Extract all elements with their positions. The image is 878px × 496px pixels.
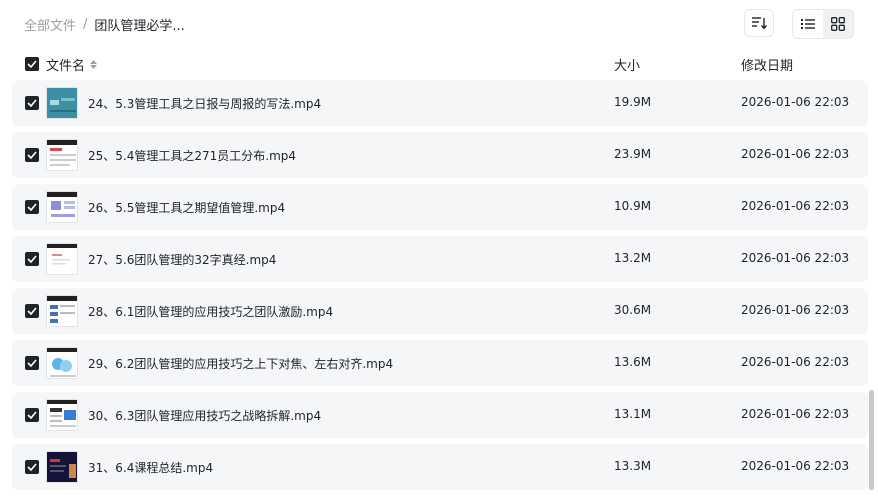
check-icon <box>27 99 37 107</box>
table-row[interactable]: 27、5.6团队管理的32字真经.mp4 13.2M 2026-01-06 22… <box>12 236 868 282</box>
check-icon <box>27 359 37 367</box>
list-view-icon <box>801 19 815 29</box>
sort-button[interactable] <box>744 9 774 37</box>
video-thumbnail <box>46 295 78 327</box>
check-icon <box>27 151 37 159</box>
table-row[interactable]: 26、5.5管理工具之期望值管理.mp4 10.9M 2026-01-06 22… <box>12 184 868 230</box>
check-icon <box>27 203 37 211</box>
breadcrumb-separator: / <box>83 17 88 32</box>
check-icon <box>27 463 37 471</box>
file-modified: 2026-01-06 22:03 <box>741 199 850 213</box>
file-size: 23.9M <box>614 147 652 161</box>
breadcrumb: 全部文件 / 团队管理必学... <box>24 15 185 34</box>
top-bar: 全部文件 / 团队管理必学... <box>0 0 878 48</box>
check-icon <box>27 307 37 315</box>
row-checkbox[interactable] <box>25 148 39 162</box>
view-toggle <box>792 9 854 39</box>
video-thumbnail <box>46 347 78 379</box>
video-thumbnail <box>46 191 78 223</box>
grid-view-button[interactable] <box>823 10 853 38</box>
list-view-button[interactable] <box>793 10 823 38</box>
file-size: 10.9M <box>614 199 652 213</box>
row-checkbox[interactable] <box>25 96 39 110</box>
file-name[interactable]: 30、6.3团队管理应用技巧之战略拆解.mp4 <box>88 407 321 424</box>
row-checkbox[interactable] <box>25 304 39 318</box>
column-header-name[interactable]: 文件名 <box>46 55 98 74</box>
check-icon <box>27 60 37 68</box>
row-checkbox[interactable] <box>25 460 39 474</box>
breadcrumb-root[interactable]: 全部文件 <box>24 15 76 34</box>
table-row[interactable]: 24、5.3管理工具之日报与周报的写法.mp4 19.9M 2026-01-06… <box>12 80 868 126</box>
file-modified: 2026-01-06 22:03 <box>741 303 850 317</box>
video-thumbnail <box>46 243 78 275</box>
file-size: 13.1M <box>614 407 652 421</box>
breadcrumb-current: 团队管理必学... <box>94 19 185 34</box>
check-icon <box>27 411 37 419</box>
column-header-size[interactable]: 大小 <box>614 55 640 74</box>
file-size: 13.6M <box>614 355 652 369</box>
file-size: 13.3M <box>614 459 652 473</box>
file-size: 30.6M <box>614 303 652 317</box>
row-checkbox[interactable] <box>25 408 39 422</box>
check-icon <box>27 255 37 263</box>
column-name-label: 文件名 <box>46 59 86 74</box>
file-name[interactable]: 25、5.4管理工具之271员工分布.mp4 <box>88 147 296 164</box>
video-thumbnail <box>46 451 78 483</box>
file-modified: 2026-01-06 22:03 <box>741 251 850 265</box>
file-name[interactable]: 27、5.6团队管理的32字真经.mp4 <box>88 251 276 268</box>
table-row[interactable]: 31、6.4课程总结.mp4 13.3M 2026-01-06 22:03 <box>12 444 868 490</box>
file-list: 24、5.3管理工具之日报与周报的写法.mp4 19.9M 2026-01-06… <box>12 80 868 496</box>
video-thumbnail <box>46 139 78 171</box>
file-modified: 2026-01-06 22:03 <box>741 355 850 369</box>
file-name[interactable]: 26、5.5管理工具之期望值管理.mp4 <box>88 199 285 216</box>
row-checkbox[interactable] <box>25 252 39 266</box>
scrollbar-thumb[interactable] <box>869 390 874 490</box>
video-thumbnail <box>46 399 78 431</box>
table-row[interactable]: 28、6.1团队管理的应用技巧之团队激励.mp4 30.6M 2026-01-0… <box>12 288 868 334</box>
file-size: 19.9M <box>614 95 652 109</box>
column-header-modified[interactable]: 修改日期 <box>741 55 793 74</box>
file-name[interactable]: 29、6.2团队管理的应用技巧之上下对焦、左右对齐.mp4 <box>88 355 393 372</box>
sort-arrows-icon <box>90 60 98 69</box>
table-row[interactable]: 25、5.4管理工具之271员工分布.mp4 23.9M 2026-01-06 … <box>12 132 868 178</box>
file-name[interactable]: 31、6.4课程总结.mp4 <box>88 459 213 476</box>
video-thumbnail <box>46 87 78 119</box>
grid-view-icon <box>831 17 845 31</box>
table-row[interactable]: 29、6.2团队管理的应用技巧之上下对焦、左右对齐.mp4 13.6M 2026… <box>12 340 868 386</box>
file-modified: 2026-01-06 22:03 <box>741 147 850 161</box>
file-modified: 2026-01-06 22:03 <box>741 459 850 473</box>
file-name[interactable]: 24、5.3管理工具之日报与周报的写法.mp4 <box>88 95 321 112</box>
row-checkbox[interactable] <box>25 200 39 214</box>
select-all-checkbox[interactable] <box>25 57 39 71</box>
file-modified: 2026-01-06 22:03 <box>741 407 850 421</box>
file-size: 13.2M <box>614 251 652 265</box>
file-name[interactable]: 28、6.1团队管理的应用技巧之团队激励.mp4 <box>88 303 333 320</box>
sort-lines-icon <box>752 17 767 30</box>
table-row[interactable]: 30、6.3团队管理应用技巧之战略拆解.mp4 13.1M 2026-01-06… <box>12 392 868 438</box>
table-header: 文件名 大小 修改日期 <box>12 48 868 80</box>
file-modified: 2026-01-06 22:03 <box>741 95 850 109</box>
row-checkbox[interactable] <box>25 356 39 370</box>
